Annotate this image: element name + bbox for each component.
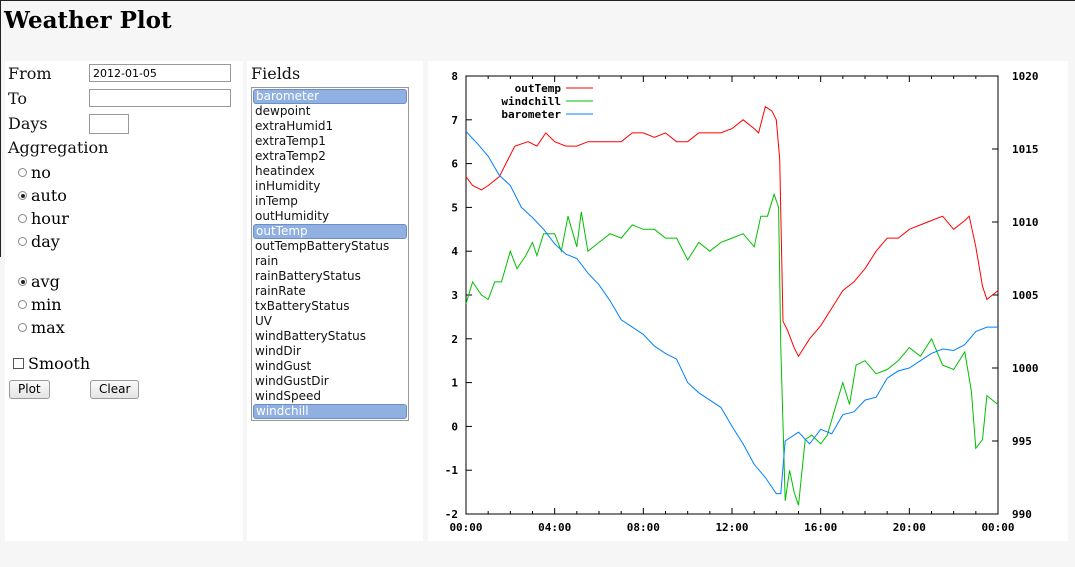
y-tick-label: 4 [451, 245, 458, 258]
from-label: From [8, 64, 52, 83]
fields-label: Fields [251, 64, 301, 83]
radio-label: min [31, 295, 62, 314]
plot-button[interactable]: Plot [9, 380, 50, 399]
aggregation-radio-auto[interactable]: auto [18, 186, 67, 205]
y-tick-label: 5 [451, 201, 458, 214]
field-option[interactable]: outTemp [253, 224, 407, 239]
field-option[interactable]: UV [253, 314, 407, 329]
days-label: Days [8, 114, 48, 133]
to-label: To [8, 89, 28, 108]
x-tick-label: 04:00 [538, 521, 571, 534]
plot-panel: -2 -1 0 1 2 3 4 5 6 7 8 990 995 1000 1005 1010 1015 1020 0… [428, 61, 1068, 541]
x-tick-label: 12:00 [715, 521, 748, 534]
smooth-checkbox[interactable]: Smooth [13, 354, 90, 373]
radio-label: avg [31, 272, 60, 291]
radio-circle[interactable] [18, 300, 27, 309]
y2-tick-label: 990 [1012, 508, 1032, 521]
y-tick-label: 1 [451, 377, 458, 390]
x-tick-label: 00:00 [449, 521, 482, 534]
query-form: From To Days Aggregation no auto hour day a… [5, 61, 243, 541]
y-tick-label: -1 [445, 464, 459, 477]
smooth-label: Smooth [28, 354, 91, 373]
radio-circle[interactable] [18, 277, 27, 286]
field-option[interactable]: windSpeed [253, 389, 407, 404]
x-tick-label: 08:00 [627, 521, 660, 534]
field-option[interactable]: inHumidity [253, 179, 407, 194]
y2-tick-label: 995 [1012, 435, 1032, 448]
aggregation-radio-day[interactable]: day [18, 232, 60, 251]
series-windchill-line [465, 192, 999, 506]
series-barometer-line [465, 131, 998, 495]
aggregation-label: Aggregation [8, 138, 109, 157]
fields-listbox[interactable]: barometer dewpoint extraHumid1 extraTemp1 ex… [251, 87, 409, 421]
aggregation-radio-no[interactable]: no [18, 163, 51, 182]
field-option[interactable]: outHumidity [253, 209, 407, 224]
field-option[interactable]: extraTemp2 [253, 149, 407, 164]
radio-label: max [31, 318, 65, 337]
field-option[interactable]: windDir [253, 344, 407, 359]
field-option[interactable]: rain [253, 254, 407, 269]
radio-circle[interactable] [18, 323, 27, 332]
from-input[interactable] [89, 64, 231, 82]
field-option[interactable]: windGustDir [253, 374, 407, 389]
field-option[interactable]: inTemp [253, 194, 407, 209]
y-tick-label: 8 [451, 70, 458, 83]
legend-label: outTemp [515, 82, 562, 95]
checkbox-box[interactable] [13, 358, 24, 369]
y-tick-label: 3 [451, 289, 458, 302]
y2-tick-label: 1010 [1012, 216, 1039, 229]
x-tick-label: 16:00 [804, 521, 837, 534]
clear-button[interactable]: Clear [90, 380, 140, 399]
y-tick-label: 6 [451, 158, 458, 171]
function-radio-min[interactable]: min [18, 295, 62, 314]
x-tick-label: 00:00 [981, 521, 1014, 534]
radio-label: hour [31, 209, 69, 228]
legend-label: barometer [501, 108, 561, 121]
y-tick-label: -2 [445, 508, 458, 521]
radio-circle[interactable] [18, 191, 27, 200]
aggregation-radio-hour[interactable]: hour [18, 209, 69, 228]
y2-tick-label: 1005 [1012, 289, 1039, 302]
field-option[interactable]: dewpoint [253, 104, 407, 119]
y2-tick-label: 1020 [1012, 70, 1039, 83]
y2-tick-label: 1015 [1012, 143, 1039, 156]
days-input[interactable] [89, 114, 129, 134]
y-tick-label: 7 [451, 114, 458, 127]
page-title: Weather Plot [4, 7, 172, 34]
function-radio-avg[interactable]: avg [18, 272, 60, 291]
fields-panel: Fields barometer dewpoint extraHumid1 extra… [247, 61, 423, 541]
radio-circle[interactable] [18, 168, 27, 177]
y2-tick-label: 1000 [1012, 362, 1039, 375]
field-option[interactable]: windchill [253, 404, 407, 419]
radio-circle[interactable] [18, 214, 27, 223]
field-option[interactable]: windGust [253, 359, 407, 374]
y-tick-label: 0 [451, 420, 458, 433]
field-option[interactable]: extraHumid1 [253, 119, 407, 134]
field-option[interactable]: outTempBatteryStatus [253, 239, 407, 254]
field-option[interactable]: heatindex [253, 164, 407, 179]
plot-frame [465, 75, 999, 515]
radio-label: auto [31, 186, 67, 205]
field-option[interactable]: barometer [253, 89, 407, 104]
window-border [0, 1, 1, 257]
radio-label: day [31, 232, 60, 251]
function-radio-max[interactable]: max [18, 318, 65, 337]
x-tick-label: 20:00 [893, 521, 926, 534]
legend-label: windchill [501, 95, 561, 108]
radio-circle[interactable] [18, 237, 27, 246]
field-option[interactable]: txBatteryStatus [253, 299, 407, 314]
weather-chart: -2 -1 0 1 2 3 4 5 6 7 8 990 995 1000 1005 1010 1015 1020 0… [445, 70, 1039, 534]
y-tick-label: 2 [451, 333, 458, 346]
field-option[interactable]: windBatteryStatus [253, 329, 407, 344]
field-option[interactable]: rainBatteryStatus [253, 269, 407, 284]
field-option[interactable]: rainRate [253, 284, 407, 299]
to-input[interactable] [89, 89, 231, 107]
field-option[interactable]: extraTemp1 [253, 134, 407, 149]
radio-label: no [31, 163, 51, 182]
